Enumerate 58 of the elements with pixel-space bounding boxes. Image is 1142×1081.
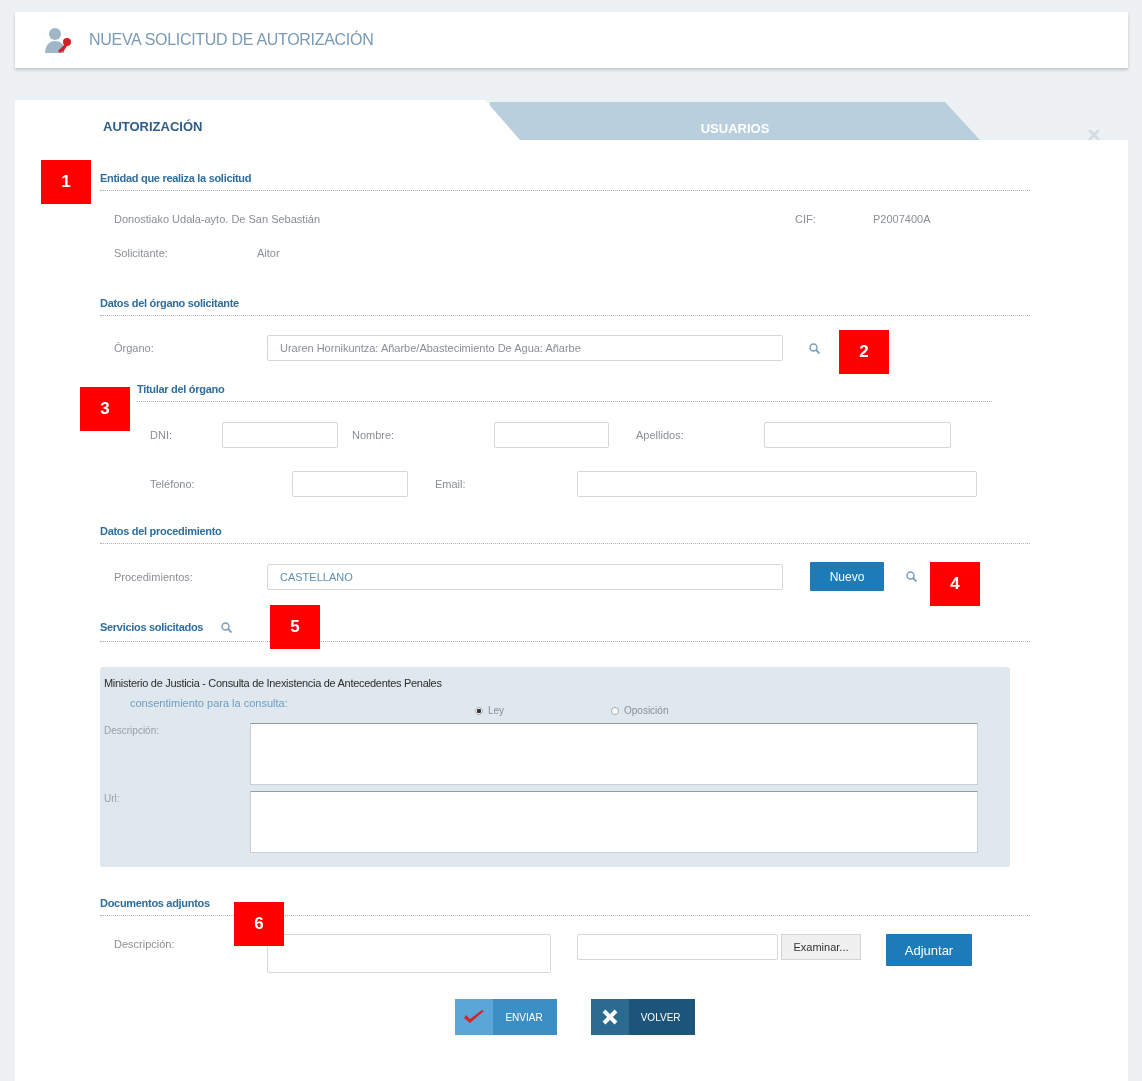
text-field[interactable] bbox=[222, 422, 338, 448]
callout-number: 2 bbox=[839, 330, 889, 374]
field-label: Procedimientos: bbox=[113, 570, 194, 583]
check-icon bbox=[463, 1009, 486, 1025]
description-box[interactable] bbox=[250, 723, 978, 785]
field-label: Url: bbox=[104, 792, 121, 806]
organ-field[interactable]: Uraren Hornikuntza: Añarbe/Abastecimiento De Agua: Añarbe bbox=[267, 335, 783, 361]
field-label: Órgano: bbox=[113, 342, 155, 354]
search-icon[interactable] bbox=[809, 342, 820, 354]
field-label: DNI: bbox=[150, 429, 173, 441]
text-field[interactable] bbox=[267, 934, 551, 973]
tab[interactable]: AUTORIZACIÓN bbox=[15, 100, 520, 140]
section-heading: Servicios solicitados bbox=[100, 621, 204, 633]
callout-number: 4 bbox=[930, 562, 980, 606]
field-label: Email: bbox=[435, 478, 467, 490]
entity-name: Donostiako Udala-ayto. De San Sebastián bbox=[113, 213, 322, 225]
field-label: CIF: bbox=[795, 213, 817, 225]
service-title: Ministerio de Justicia - Consulta de Inexistencia de Antecedentes Penales bbox=[104, 677, 443, 689]
text-field[interactable] bbox=[577, 471, 977, 497]
section-heading: Documentos adjuntos bbox=[100, 897, 211, 909]
section-heading: Datos del procedimiento bbox=[100, 525, 223, 537]
back-button[interactable]: VOLVER bbox=[590, 999, 695, 1035]
close-icon[interactable] bbox=[1088, 130, 1100, 140]
close-icon bbox=[601, 1009, 618, 1025]
procedure-field[interactable]: CASTELLANO bbox=[267, 563, 783, 590]
browse-button[interactable]: Examinar... bbox=[781, 934, 861, 960]
user-key-icon bbox=[45, 27, 73, 53]
new-button[interactable]: Nuevo bbox=[810, 562, 884, 591]
section-heading: Titular del órgano bbox=[137, 383, 226, 395]
radio-button[interactable] bbox=[611, 706, 619, 715]
consent-label: consentimiento para la consulta: bbox=[130, 697, 288, 709]
attach-button[interactable]: Adjuntar bbox=[886, 934, 972, 966]
radio-option[interactable]: Ley bbox=[475, 705, 505, 716]
text-field[interactable] bbox=[494, 422, 609, 448]
section-heading: Datos del órgano solicitante bbox=[100, 297, 240, 309]
radio-option[interactable]: Oposición bbox=[611, 705, 669, 716]
applicant-value: Aitor bbox=[257, 247, 280, 259]
text-field[interactable] bbox=[292, 471, 408, 497]
search-icon[interactable] bbox=[221, 621, 233, 633]
field-label: Teléfono: bbox=[150, 478, 196, 490]
callout-number: 1 bbox=[41, 160, 91, 204]
file-field[interactable] bbox=[577, 934, 778, 960]
field-label: Descripción: bbox=[104, 724, 161, 738]
callout-number: 6 bbox=[234, 902, 284, 946]
callout-number: 5 bbox=[270, 605, 320, 649]
text-field[interactable] bbox=[764, 422, 951, 448]
radio-button[interactable] bbox=[475, 706, 483, 715]
cif-value: P2007400A bbox=[873, 213, 931, 225]
field-label: Apellidos: bbox=[636, 429, 685, 441]
field-label: Solicitante: bbox=[113, 247, 169, 259]
url-box[interactable] bbox=[250, 791, 978, 853]
callout-number: 3 bbox=[80, 387, 130, 431]
send-button[interactable]: ENVIAR bbox=[455, 999, 557, 1035]
field-label: Nombre: bbox=[352, 429, 396, 441]
page-title: NUEVA SOLICITUD DE AUTORIZACIÓN bbox=[89, 31, 374, 49]
search-icon[interactable] bbox=[906, 571, 917, 582]
field-label: Descripción: bbox=[113, 937, 176, 950]
section-heading: Entidad que realiza la solicitud bbox=[100, 172, 253, 184]
